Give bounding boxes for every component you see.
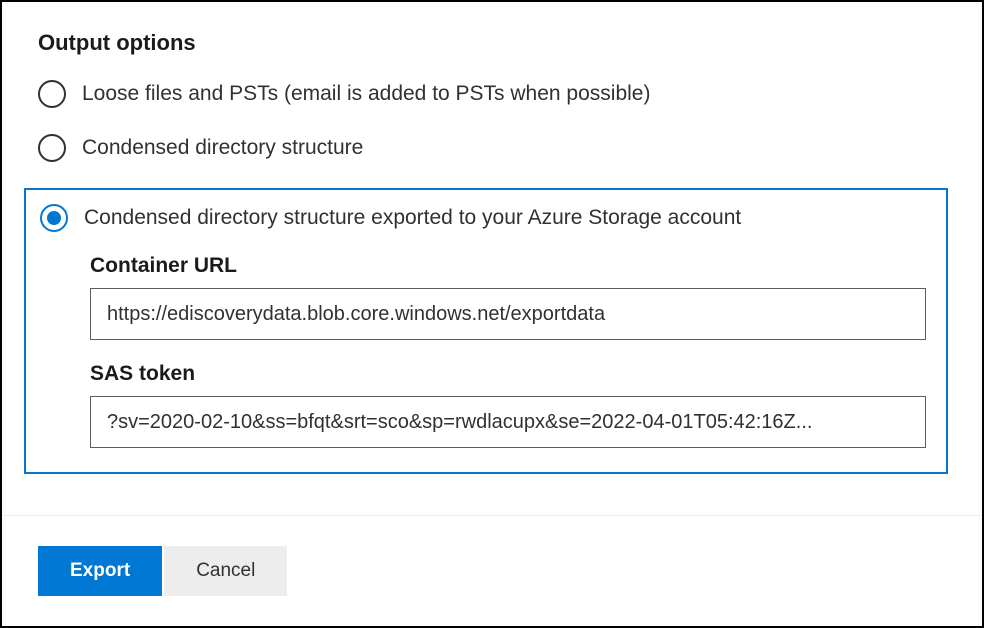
radio-option-loose[interactable]: Loose files and PSTs (email is added to … <box>38 80 946 108</box>
export-button[interactable]: Export <box>38 546 162 596</box>
section-title: Output options <box>38 30 946 56</box>
footer-divider <box>4 515 980 516</box>
container-url-field-group: Container URL <box>90 254 926 340</box>
button-bar: Export Cancel <box>38 546 287 596</box>
sas-token-field-group: SAS token <box>90 362 926 448</box>
radio-icon-selected <box>40 204 68 232</box>
sas-token-input[interactable] <box>90 396 926 448</box>
radio-label: Condensed directory structure <box>82 136 363 160</box>
cancel-button[interactable]: Cancel <box>164 546 287 596</box>
container-url-label: Container URL <box>90 254 926 278</box>
radio-option-condensed[interactable]: Condensed directory structure <box>38 134 946 162</box>
output-options-section: Output options Loose files and PSTs (ema… <box>2 2 982 474</box>
radio-label: Loose files and PSTs (email is added to … <box>82 82 650 106</box>
radio-option-azure[interactable]: Condensed directory structure exported t… <box>40 204 932 232</box>
radio-label: Condensed directory structure exported t… <box>84 206 741 230</box>
container-url-input[interactable] <box>90 288 926 340</box>
radio-icon <box>38 80 66 108</box>
selected-option-panel: Condensed directory structure exported t… <box>24 188 948 474</box>
sas-token-label: SAS token <box>90 362 926 386</box>
radio-icon <box>38 134 66 162</box>
radio-dot-icon <box>47 211 61 225</box>
